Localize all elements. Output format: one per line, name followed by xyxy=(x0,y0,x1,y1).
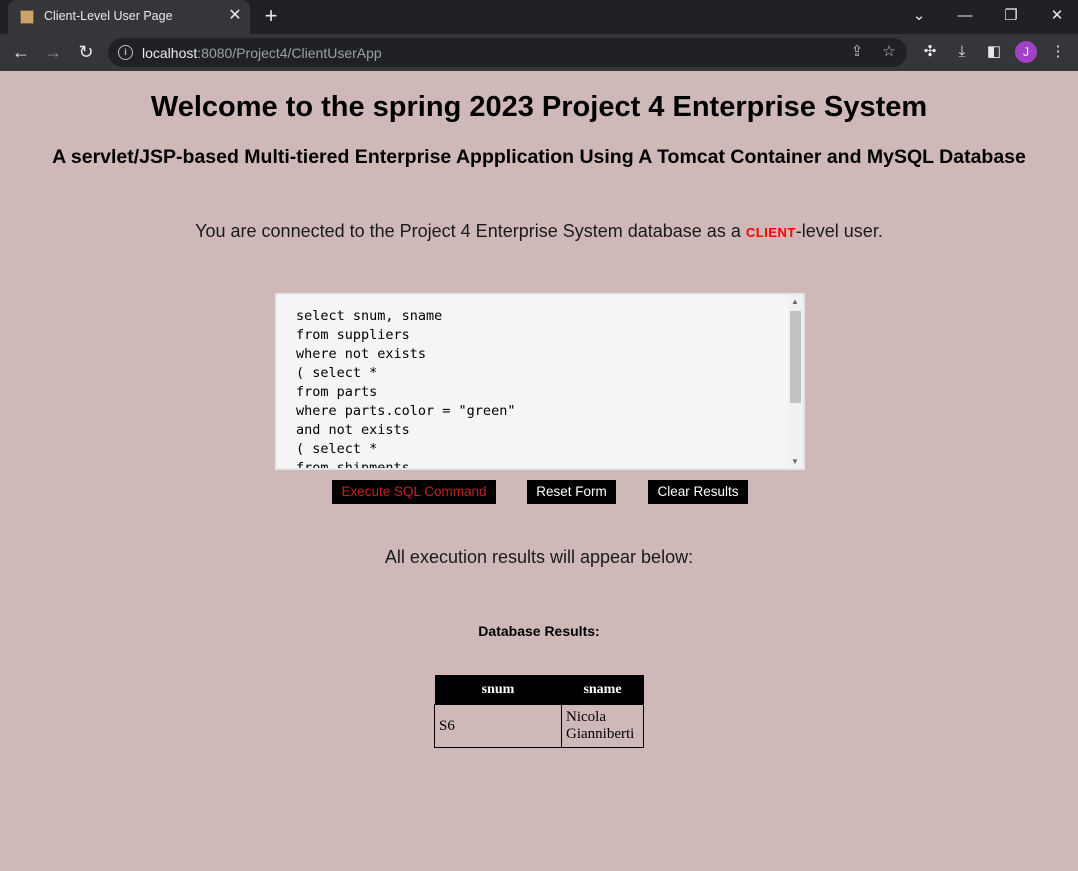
cell-sname: Nicola Gianniberti xyxy=(561,704,644,748)
extensions-icon[interactable]: ✣ xyxy=(920,42,940,62)
new-tab-icon[interactable]: + xyxy=(260,5,282,27)
share-icon[interactable]: ⇪ xyxy=(847,42,867,62)
results-heading: Database Results: xyxy=(478,623,600,639)
page-subtitle: A servlet/JSP-based Multi-tiered Enterpr… xyxy=(52,146,1026,168)
back-icon[interactable]: ← xyxy=(10,41,32,63)
address-bar[interactable]: i localhost:8080/Project4/ClientUserApp … xyxy=(108,38,907,67)
browser-tab[interactable]: Client-Level User Page ✕ xyxy=(8,0,250,34)
restore-icon[interactable]: ❐ xyxy=(997,4,1025,28)
page-content: Welcome to the spring 2023 Project 4 Ent… xyxy=(0,71,1078,871)
column-header-snum: snum xyxy=(434,675,562,705)
browser-toolbar: ← → ↻ i localhost:8080/Project4/ClientUs… xyxy=(0,34,1078,71)
forward-icon[interactable]: → xyxy=(42,41,64,63)
scroll-down-arrow-icon[interactable]: ▼ xyxy=(791,457,799,466)
minimize-icon[interactable]: — xyxy=(951,4,979,28)
side-panel-icon[interactable]: ◧ xyxy=(984,42,1004,62)
textarea-scrollbar[interactable]: ▲ ▼ xyxy=(788,295,803,468)
table-row: S6 Nicola Gianniberti xyxy=(434,704,644,748)
cell-snum: S6 xyxy=(434,704,562,748)
url-text[interactable]: localhost:8080/Project4/ClientUserApp xyxy=(142,45,382,61)
browser-tab-strip: Client-Level User Page ✕ + ⌄ — ❐ ✕ xyxy=(0,0,1078,34)
scroll-thumb[interactable] xyxy=(790,311,801,403)
sql-command-textarea[interactable]: select snum, sname from suppliers where … xyxy=(275,293,805,470)
download-icon[interactable]: ⤓ xyxy=(952,42,972,62)
close-window-icon[interactable]: ✕ xyxy=(1043,4,1071,28)
avatar[interactable]: J xyxy=(1015,41,1037,63)
reset-form-button[interactable]: Reset Form xyxy=(527,480,616,504)
column-header-sname: sname xyxy=(561,675,644,705)
scroll-up-arrow-icon[interactable]: ▲ xyxy=(791,297,799,306)
clear-results-button[interactable]: Clear Results xyxy=(648,480,748,504)
bookmark-star-icon[interactable]: ☆ xyxy=(879,42,899,62)
close-tab-icon[interactable]: ✕ xyxy=(226,6,244,26)
role-label: CLIENT xyxy=(745,225,796,240)
results-note: All execution results will appear below: xyxy=(384,547,694,567)
tab-title: Client-Level User Page xyxy=(44,9,173,23)
connection-status: You are connected to the Project 4 Enter… xyxy=(195,221,883,241)
sql-command-text[interactable]: select snum, sname from suppliers where … xyxy=(296,307,515,468)
menu-kebab-icon[interactable]: ⋮ xyxy=(1048,42,1068,62)
page-title: Welcome to the spring 2023 Project 4 Ent… xyxy=(150,91,928,123)
favicon-icon xyxy=(20,10,34,24)
site-info-icon[interactable]: i xyxy=(118,45,133,60)
results-table: snum sname S6 Nicola Gianniberti xyxy=(434,675,644,748)
reload-icon[interactable]: ↻ xyxy=(75,41,97,63)
tab-search-chevron-icon[interactable]: ⌄ xyxy=(905,4,933,28)
execute-sql-button[interactable]: Execute SQL Command xyxy=(332,480,496,504)
